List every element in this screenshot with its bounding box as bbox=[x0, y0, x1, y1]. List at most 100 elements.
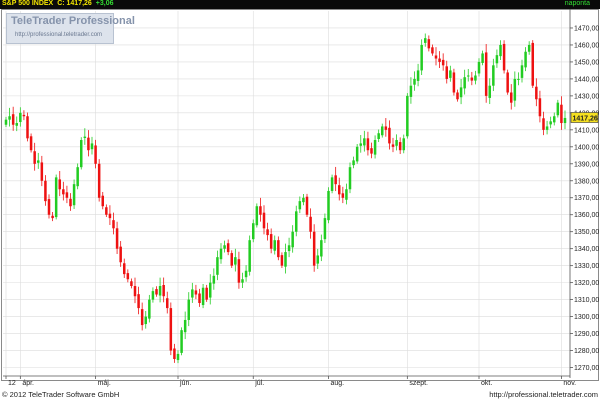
candle bbox=[241, 272, 244, 288]
candle bbox=[180, 327, 183, 356]
candle bbox=[466, 68, 470, 82]
y-tick-label: 1300,00 bbox=[574, 314, 599, 321]
candle bbox=[169, 302, 173, 356]
candle-body bbox=[187, 299, 191, 320]
candle bbox=[191, 282, 194, 303]
y-tick-label: 1410,00 bbox=[574, 127, 599, 134]
candle-body bbox=[463, 77, 466, 89]
candle-body bbox=[54, 177, 58, 218]
candle bbox=[259, 197, 262, 222]
candle-body bbox=[316, 255, 320, 264]
candle-body bbox=[94, 145, 97, 164]
candle bbox=[327, 187, 330, 224]
candle bbox=[438, 51, 441, 69]
candle-body bbox=[488, 85, 492, 98]
candle bbox=[205, 284, 208, 302]
candle-body bbox=[542, 118, 545, 130]
candle bbox=[538, 90, 542, 123]
candle-body bbox=[234, 257, 237, 265]
candle bbox=[183, 311, 187, 340]
candle bbox=[470, 71, 474, 86]
candle-body bbox=[452, 72, 456, 93]
candle bbox=[284, 243, 287, 274]
candle bbox=[513, 71, 517, 107]
candle-body bbox=[269, 234, 273, 249]
candle bbox=[366, 131, 370, 156]
candle bbox=[216, 250, 219, 281]
candle-body bbox=[205, 287, 208, 300]
candle-body bbox=[51, 215, 54, 219]
candle bbox=[36, 152, 40, 169]
candle bbox=[248, 235, 251, 276]
candle bbox=[391, 137, 395, 153]
price-chart[interactable]: 1270,00 1280,00 1290,00 1300,00 1310,00 1320,… bbox=[0, 0, 600, 391]
candle-body bbox=[474, 75, 477, 81]
candle bbox=[456, 89, 459, 102]
candle-body bbox=[277, 240, 280, 258]
y-tick-label: 1470,00 bbox=[574, 25, 599, 32]
candle-body bbox=[402, 138, 406, 151]
candle bbox=[8, 107, 11, 127]
candle bbox=[97, 159, 101, 202]
candle-body bbox=[520, 65, 524, 78]
candle bbox=[316, 248, 320, 269]
footer-url[interactable]: http://professional.teletrader.com bbox=[489, 390, 598, 399]
candle-body bbox=[377, 133, 380, 140]
candle bbox=[309, 208, 312, 239]
candle bbox=[277, 236, 280, 261]
candle-body bbox=[380, 126, 384, 136]
candle bbox=[431, 44, 434, 56]
x-tick-label: nov. bbox=[563, 380, 576, 387]
candle-body bbox=[449, 70, 452, 78]
candle-body bbox=[262, 212, 266, 229]
candle bbox=[155, 286, 158, 297]
candle-body bbox=[251, 223, 255, 240]
candle bbox=[165, 291, 169, 314]
candle bbox=[492, 58, 495, 92]
candle-body bbox=[305, 196, 309, 215]
candle-body bbox=[165, 298, 169, 309]
candle bbox=[230, 250, 234, 268]
y-tick-label: 1460,00 bbox=[574, 42, 599, 49]
candle-body bbox=[459, 87, 463, 98]
candle bbox=[101, 191, 105, 210]
candle-body bbox=[481, 53, 484, 63]
candle-body bbox=[560, 104, 563, 124]
candle-body bbox=[69, 198, 72, 207]
candle-body bbox=[284, 252, 287, 267]
candle bbox=[262, 205, 266, 235]
y-tick-label: 1350,00 bbox=[574, 229, 599, 236]
candle bbox=[26, 112, 29, 142]
candle bbox=[273, 235, 277, 255]
candle bbox=[302, 194, 305, 206]
x-tick-label: 12 bbox=[8, 380, 16, 387]
candle-body bbox=[15, 123, 19, 126]
y-tick-label: 1330,00 bbox=[574, 263, 599, 270]
candle bbox=[524, 47, 527, 72]
candle bbox=[334, 166, 337, 192]
candle bbox=[29, 133, 33, 153]
candle bbox=[194, 284, 198, 300]
candle bbox=[76, 163, 79, 190]
candle bbox=[380, 123, 384, 138]
candle-body bbox=[105, 207, 108, 215]
candle-body bbox=[176, 353, 180, 361]
candle-body bbox=[273, 240, 277, 251]
candle bbox=[40, 155, 44, 187]
candle bbox=[355, 144, 359, 164]
candle bbox=[363, 130, 366, 152]
candle-body bbox=[527, 44, 531, 52]
candle bbox=[434, 47, 438, 66]
candle bbox=[312, 224, 316, 272]
candle-body bbox=[337, 185, 341, 195]
candle bbox=[119, 241, 122, 267]
candle-body bbox=[173, 348, 176, 360]
candle-body bbox=[151, 291, 155, 300]
candle-body bbox=[287, 245, 291, 252]
candle bbox=[560, 96, 563, 130]
candle bbox=[506, 69, 509, 95]
candle-body bbox=[97, 163, 101, 198]
x-tick-label: aug. bbox=[331, 380, 345, 387]
candle bbox=[126, 269, 130, 283]
candle-body bbox=[191, 289, 194, 298]
